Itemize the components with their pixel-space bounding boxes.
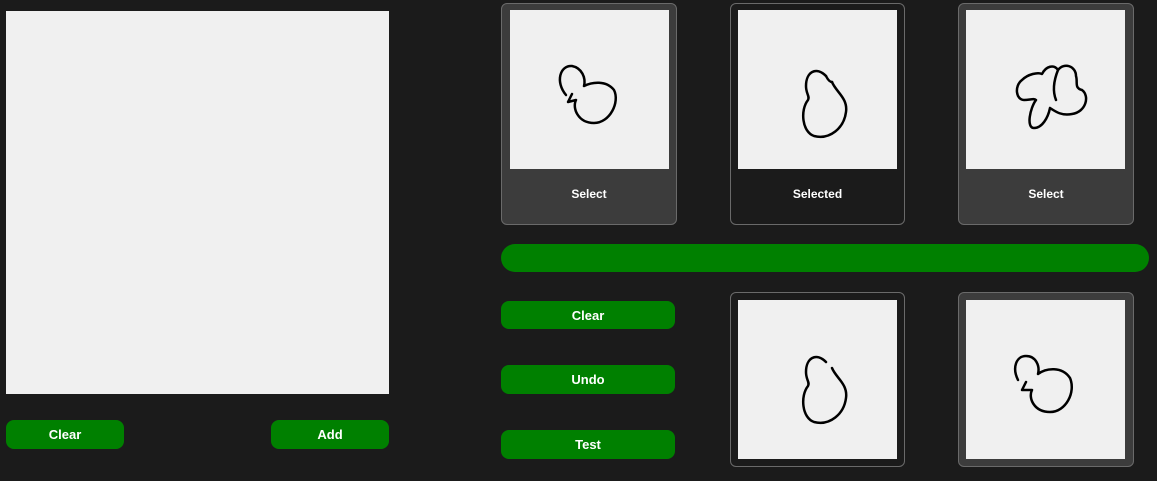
card-1[interactable]: Select [501,3,677,225]
card-1-sketch [510,10,669,169]
card-2[interactable]: Selected [730,3,905,225]
result-card-1[interactable] [730,292,905,467]
blob-sketch-icon [1014,354,1073,414]
result-1-sketch [738,300,897,459]
add-button[interactable]: Add [271,420,389,449]
droplet-sketch-icon [801,355,848,425]
droplet-sketch-icon [801,69,848,139]
card-2-sketch [738,10,897,169]
card-3-sketch [966,10,1125,169]
test-button[interactable]: Test [501,430,675,459]
cloud-sketch-icon [1015,64,1088,130]
card-2-label: Selected [792,187,843,201]
card-1-label: Select [571,187,607,201]
result-2-sketch [966,300,1125,459]
card-3[interactable]: Select [958,3,1134,225]
clear-button[interactable]: Clear [501,301,675,329]
result-card-2[interactable] [958,292,1134,467]
drawing-canvas[interactable] [6,11,389,394]
progress-bar [501,244,1149,272]
undo-button[interactable]: Undo [501,365,675,394]
clear-canvas-button[interactable]: Clear [6,420,124,449]
card-3-label: Select [1028,187,1064,201]
blob-sketch-icon [558,64,617,125]
